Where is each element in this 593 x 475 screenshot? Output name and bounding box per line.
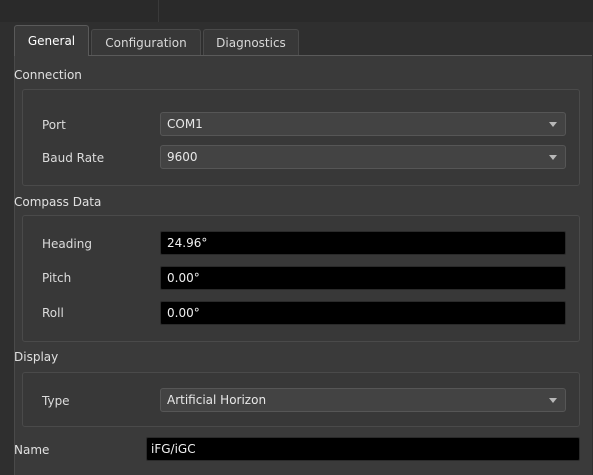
port-label: Port <box>42 118 66 132</box>
connection-section-title: Connection <box>14 68 82 82</box>
chevron-down-icon <box>549 122 557 127</box>
connection-group <box>22 89 580 186</box>
port-value: COM1 <box>167 117 203 131</box>
baud-rate-label: Baud Rate <box>42 151 105 165</box>
heading-field[interactable]: 24.96° <box>160 231 566 255</box>
port-dropdown[interactable]: COM1 <box>160 112 566 136</box>
name-field[interactable]: iFG/iGC <box>146 437 580 461</box>
tab-diagnostics[interactable]: Diagnostics <box>203 29 299 55</box>
type-dropdown[interactable]: Artificial Horizon <box>160 388 566 412</box>
name-label: Name <box>14 443 50 457</box>
pitch-label: Pitch <box>42 271 72 285</box>
compass-data-section-title: Compass Data <box>14 195 102 209</box>
pitch-field[interactable]: 0.00° <box>160 266 566 290</box>
tab-general[interactable]: General <box>14 25 89 56</box>
top-divider <box>158 0 159 22</box>
roll-label: Roll <box>42 306 64 320</box>
display-section-title: Display <box>14 350 59 364</box>
type-value: Artificial Horizon <box>167 393 267 407</box>
baud-rate-value: 9600 <box>167 150 198 164</box>
heading-label: Heading <box>42 237 92 251</box>
top-strip <box>0 0 593 22</box>
chevron-down-icon <box>549 398 557 403</box>
chevron-down-icon <box>549 155 557 160</box>
type-label: Type <box>42 394 70 408</box>
baud-rate-dropdown[interactable]: 9600 <box>160 145 566 169</box>
tab-configuration[interactable]: Configuration <box>91 29 201 55</box>
roll-field[interactable]: 0.00° <box>160 301 566 325</box>
